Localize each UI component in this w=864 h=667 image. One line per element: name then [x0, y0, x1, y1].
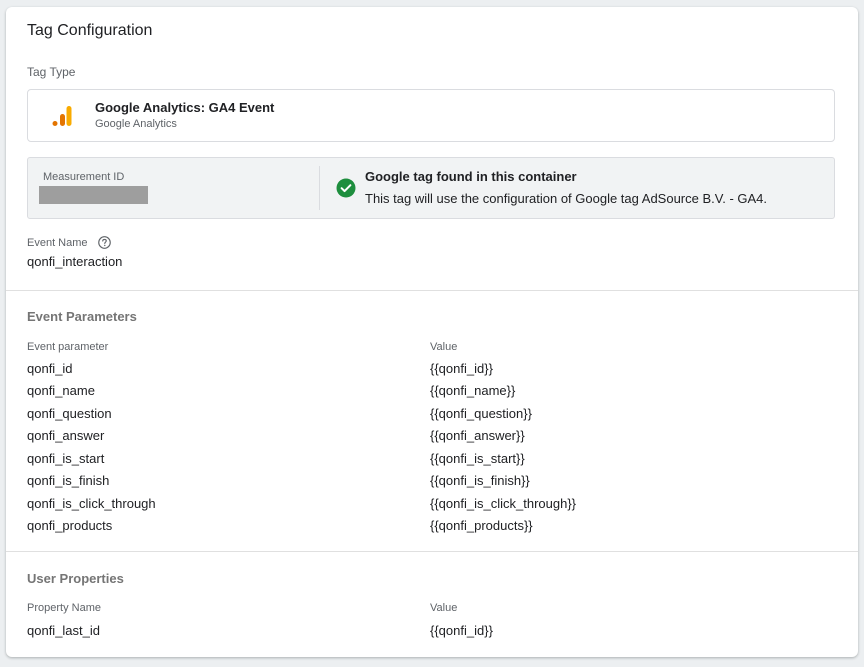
event-parameter-value: {{qonfi_question}} — [430, 406, 532, 421]
table-row: qonfi_id {{qonfi_id}} — [27, 361, 827, 381]
help-icon[interactable] — [98, 236, 111, 249]
google-analytics-icon — [52, 106, 72, 126]
tag-type-name: Google Analytics: GA4 Event — [95, 100, 275, 115]
table-row: qonfi_last_id {{qonfi_id}} — [27, 623, 827, 643]
event-parameter-name: qonfi_question — [27, 406, 112, 421]
value-column-header: Value — [430, 602, 458, 614]
event-parameter-name: qonfi_name — [27, 383, 95, 398]
event-parameter-value: {{qonfi_name}} — [430, 383, 516, 398]
user-properties-title: User Properties — [27, 571, 124, 586]
tag-configuration-card: Tag Configuration Tag Type Google Analyt… — [6, 7, 858, 657]
divider — [319, 166, 320, 210]
event-parameter-name: qonfi_id — [27, 361, 73, 376]
table-row: qonfi_name {{qonfi_name}} — [27, 383, 827, 403]
event-parameter-value: {{qonfi_is_finish}} — [430, 473, 530, 488]
user-property-value: {{qonfi_id}} — [430, 623, 493, 638]
card-title: Tag Configuration — [27, 22, 153, 39]
table-row: qonfi_is_start {{qonfi_is_start}} — [27, 451, 827, 471]
section-divider — [6, 551, 858, 552]
measurement-id-label: Measurement ID — [43, 171, 125, 183]
tag-type-box[interactable]: Google Analytics: GA4 Event Google Analy… — [27, 89, 835, 142]
section-divider — [6, 290, 858, 291]
event-parameter-name: qonfi_is_finish — [27, 473, 110, 488]
check-circle-icon — [336, 178, 356, 198]
event-parameter-value: {{qonfi_is_click_through}} — [430, 496, 577, 511]
event-parameter-name: qonfi_is_click_through — [27, 496, 156, 511]
table-row: qonfi_products {{qonfi_products}} — [27, 518, 827, 538]
measurement-id-redacted — [39, 186, 148, 204]
event-parameter-name: qonfi_is_start — [27, 451, 105, 466]
event-parameter-value: {{qonfi_id}} — [430, 361, 493, 376]
google-tag-found-title: Google tag found in this container — [365, 169, 577, 184]
tag-type-vendor: Google Analytics — [95, 118, 177, 130]
table-row: qonfi_is_finish {{qonfi_is_finish}} — [27, 473, 827, 493]
event-parameter-name: qonfi_products — [27, 518, 113, 533]
event-parameters-title: Event Parameters — [27, 309, 137, 324]
value-column-header: Value — [430, 341, 458, 353]
event-name-label: Event Name — [27, 237, 88, 249]
event-parameter-column-header: Event parameter — [27, 341, 109, 353]
event-name-value: qonfi_interaction — [27, 254, 123, 269]
user-property-name: qonfi_last_id — [27, 623, 100, 638]
google-tag-found-description: This tag will use the configuration of G… — [365, 191, 768, 206]
property-name-column-header: Property Name — [27, 602, 101, 614]
table-row: qonfi_is_click_through {{qonfi_is_click_… — [27, 496, 827, 516]
event-parameter-name: qonfi_answer — [27, 428, 105, 443]
event-parameter-value: {{qonfi_is_start}} — [430, 451, 525, 466]
event-parameter-value: {{qonfi_products}} — [430, 518, 533, 533]
measurement-id-box: Measurement ID Google tag found in this … — [27, 157, 835, 219]
event-parameter-value: {{qonfi_answer}} — [430, 428, 525, 443]
table-row: qonfi_answer {{qonfi_answer}} — [27, 428, 827, 448]
table-row: qonfi_question {{qonfi_question}} — [27, 406, 827, 426]
tag-type-label: Tag Type — [27, 65, 76, 79]
